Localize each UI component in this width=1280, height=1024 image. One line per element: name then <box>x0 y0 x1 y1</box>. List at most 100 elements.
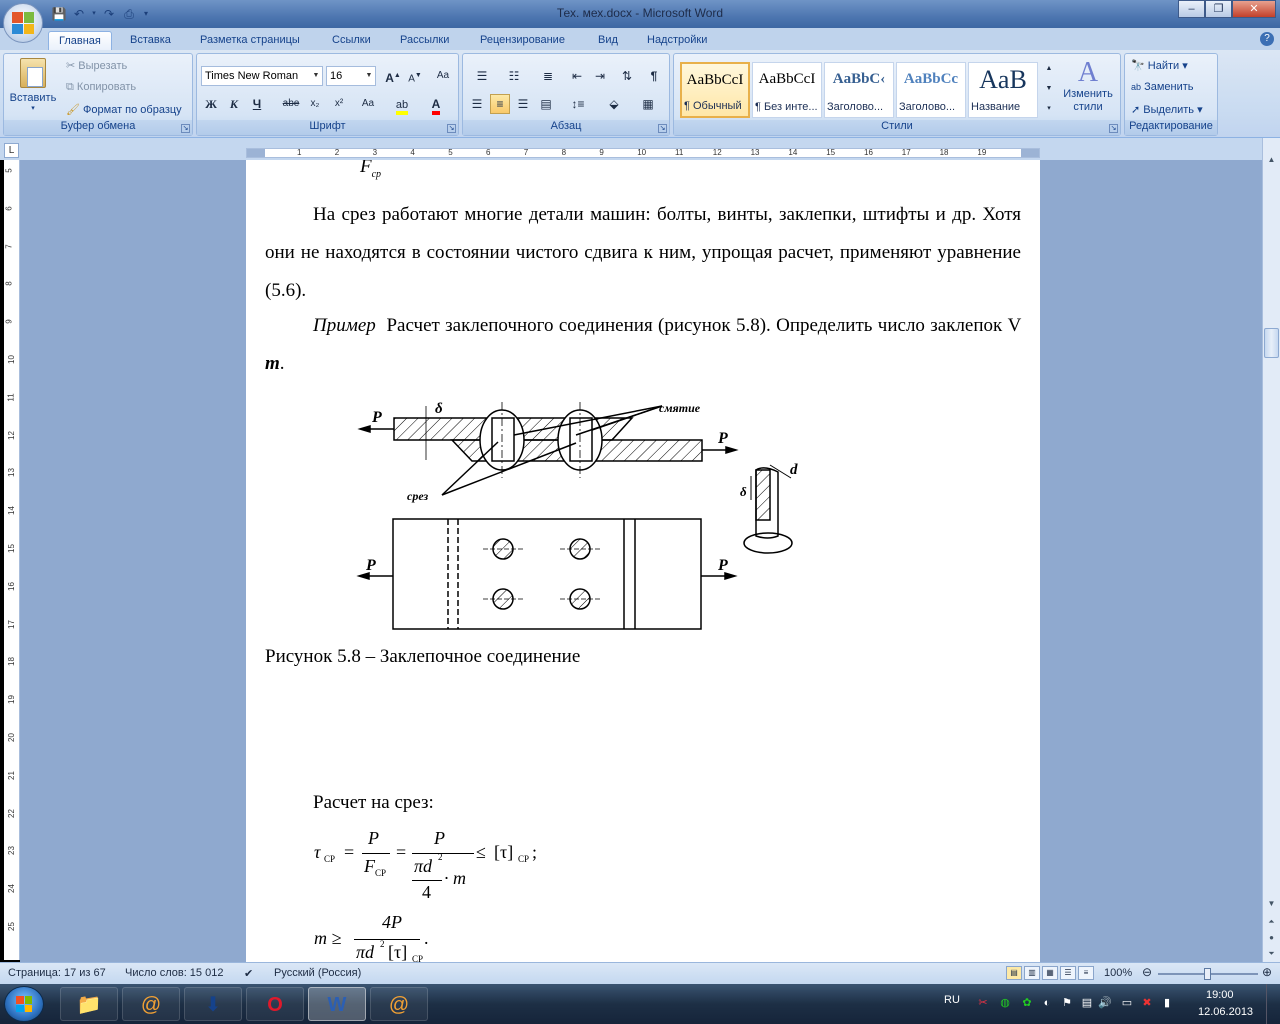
increase-indent-icon[interactable]: ⇥ <box>590 66 610 86</box>
style-title[interactable]: AaB Название <box>968 62 1038 118</box>
ruler-strip[interactable]: 1 2 3 4 5 6 7 8 9 10 11 12 13 14 15 16 17 18 19 <box>246 148 1040 158</box>
vertical-ruler[interactable]: 5 6 7 8 9 10 11 12 13 14 15 16 17 18 19 20 21 22 23 24 25 <box>4 160 20 960</box>
maximize-button[interactable]: ❐ <box>1205 0 1232 18</box>
subscript-button[interactable]: x₂ <box>305 94 325 114</box>
clear-format-button[interactable]: Aa <box>433 66 453 86</box>
print-layout-icon[interactable]: ▤ <box>1006 966 1022 980</box>
office-button[interactable] <box>3 3 43 43</box>
explorer-taskbar-icon[interactable]: 📁 <box>60 987 118 1021</box>
tab-insert[interactable]: Вставка <box>120 31 181 50</box>
show-desktop-button[interactable] <box>1266 984 1280 1024</box>
borders-icon[interactable]: ▦ <box>633 94 663 114</box>
numbering-icon[interactable]: ☷ <box>499 66 529 86</box>
draft-icon[interactable]: ≡ <box>1078 966 1094 980</box>
font-color-icon[interactable]: A <box>423 94 449 115</box>
replace-button[interactable]: ab Заменить <box>1131 81 1194 93</box>
scroll-down-icon[interactable]: ▼ <box>1264 896 1279 912</box>
tab-home[interactable]: Главная <box>48 31 112 50</box>
styles-launcher-icon[interactable]: ↘ <box>1109 124 1118 133</box>
mail-agent-taskbar-icon[interactable]: @ <box>122 987 180 1021</box>
style-heading-2[interactable]: AaBbCc Заголово... <box>896 62 966 118</box>
justify-icon[interactable]: ▤ <box>536 94 556 114</box>
line-spacing-icon[interactable]: ↕≡ <box>563 94 593 114</box>
zoom-level[interactable]: 100% <box>1104 967 1132 979</box>
format-painter-button[interactable]: 🖌 Формат по образцу <box>66 103 182 116</box>
start-button[interactable] <box>4 986 44 1022</box>
highlight-icon[interactable]: ab <box>389 94 415 115</box>
style-heading-1[interactable]: AaBbC‹ Заголово... <box>824 62 894 118</box>
volume-icon[interactable]: 🔊 <box>1098 996 1112 1010</box>
font-name-combo[interactable]: Times New Roman ▼ <box>201 66 323 86</box>
full-screen-reading-icon[interactable]: ▥ <box>1024 966 1040 980</box>
scrollbar-thumb[interactable] <box>1264 328 1279 358</box>
horizontal-ruler[interactable]: L 1 2 3 4 5 6 7 8 9 10 11 12 13 14 15 16 17 18 19 <box>0 138 1280 160</box>
previous-page-icon[interactable]: ⏶ <box>1264 914 1279 930</box>
style-no-spacing[interactable]: AaBbCcI ¶ Без инте... <box>752 62 822 118</box>
copy-button[interactable]: ⧉ Копировать <box>66 81 136 94</box>
document-page[interactable]: Fср На срез работают многие детали машин… <box>246 160 1040 962</box>
tab-page-layout[interactable]: Разметка страницы <box>190 31 310 50</box>
styles-scroll-down-icon[interactable]: ▼ <box>1042 80 1056 98</box>
next-page-icon[interactable]: ⏷ <box>1264 946 1279 962</box>
clock-date[interactable]: 12.06.2013 <box>1198 1006 1253 1018</box>
superscript-button[interactable]: x² <box>329 94 349 114</box>
mail-agent-2-taskbar-icon[interactable]: @ <box>370 987 428 1021</box>
tab-addins[interactable]: Надстройки <box>637 31 717 50</box>
tray-app-icon[interactable]: ✂ <box>976 996 990 1010</box>
zoom-slider-thumb[interactable] <box>1204 968 1211 980</box>
word-taskbar-icon[interactable]: W <box>308 987 366 1021</box>
decrease-indent-icon[interactable]: ⇤ <box>567 66 587 86</box>
underline-button[interactable]: Ч <box>247 94 267 114</box>
cut-button[interactable]: ✂ Вырезать <box>66 59 127 72</box>
close-button[interactable]: ✕ <box>1232 0 1276 18</box>
italic-button[interactable]: К <box>224 94 244 114</box>
downloads-taskbar-icon[interactable]: ⬇ <box>184 987 242 1021</box>
tab-review[interactable]: Рецензирование <box>470 31 575 50</box>
help-icon[interactable]: ? <box>1260 32 1274 46</box>
align-center-icon[interactable]: ≡ <box>490 94 510 114</box>
show-marks-icon[interactable]: ¶ <box>644 66 664 86</box>
tray-green-icon[interactable]: ◍ <box>998 996 1012 1010</box>
tray-battery-icon[interactable]: ▮ <box>1160 996 1174 1010</box>
shrink-font-button[interactable]: A▼ <box>405 66 425 86</box>
clock-time[interactable]: 19:00 <box>1206 989 1234 1001</box>
change-case-button[interactable]: Aa <box>355 94 381 114</box>
bold-button[interactable]: Ж <box>201 94 221 114</box>
language[interactable]: Русский (Россия) <box>274 967 361 979</box>
zoom-out-icon[interactable]: ⊖ <box>1142 965 1152 979</box>
input-language[interactable]: RU <box>944 994 960 1006</box>
scroll-up-icon[interactable]: ▲ <box>1264 152 1279 168</box>
align-left-icon[interactable]: ☰ <box>467 94 487 114</box>
spellcheck-icon[interactable]: ✔ <box>244 967 253 980</box>
zoom-slider[interactable] <box>1158 968 1258 980</box>
tab-references[interactable]: Ссылки <box>322 31 381 50</box>
tab-view[interactable]: Вид <box>588 31 628 50</box>
page-count[interactable]: Страница: 17 из 67 <box>8 967 106 979</box>
font-launcher-icon[interactable]: ↘ <box>447 124 456 133</box>
tray-agent-icon[interactable]: ✿ <box>1020 996 1034 1010</box>
paragraph-launcher-icon[interactable]: ↘ <box>658 124 667 133</box>
language-flag-icon[interactable]: ▭ <box>1120 996 1134 1010</box>
bullets-icon[interactable]: ☰ <box>467 66 497 86</box>
vertical-scrollbar[interactable]: ▲ ▼ ⏶ ● ⏷ <box>1262 138 1280 962</box>
styles-more-icon[interactable]: ▾ <box>1042 100 1056 118</box>
tray-antivirus-icon[interactable]: ✖ <box>1140 996 1154 1010</box>
tray-flag-icon[interactable]: ⚑ <box>1060 996 1074 1010</box>
tray-network-icon[interactable]: ▤ <box>1080 996 1094 1010</box>
browse-object-icon[interactable]: ● <box>1264 930 1279 946</box>
opera-taskbar-icon[interactable]: O <box>246 987 304 1021</box>
style-normal[interactable]: AaBbCcI ¶ Обычный <box>680 62 750 118</box>
minimize-button[interactable]: – <box>1178 0 1205 18</box>
change-styles-button[interactable]: A Изменить стили <box>1060 58 1116 114</box>
word-count[interactable]: Число слов: 15 012 <box>125 967 223 979</box>
align-right-icon[interactable]: ☰ <box>513 94 533 114</box>
clipboard-launcher-icon[interactable]: ↘ <box>181 124 190 133</box>
web-layout-icon[interactable]: ▦ <box>1042 966 1058 980</box>
outline-icon[interactable]: ☰ <box>1060 966 1076 980</box>
tray-utility-icon[interactable]: ◐ <box>1040 996 1054 1010</box>
font-size-combo[interactable]: 16 ▼ <box>326 66 376 86</box>
tab-mailings[interactable]: Рассылки <box>390 31 459 50</box>
tab-selector-icon[interactable]: L <box>4 143 19 158</box>
paste-button[interactable]: Вставить ▾ <box>8 56 58 118</box>
shading-icon[interactable]: ⬙ <box>599 94 629 114</box>
